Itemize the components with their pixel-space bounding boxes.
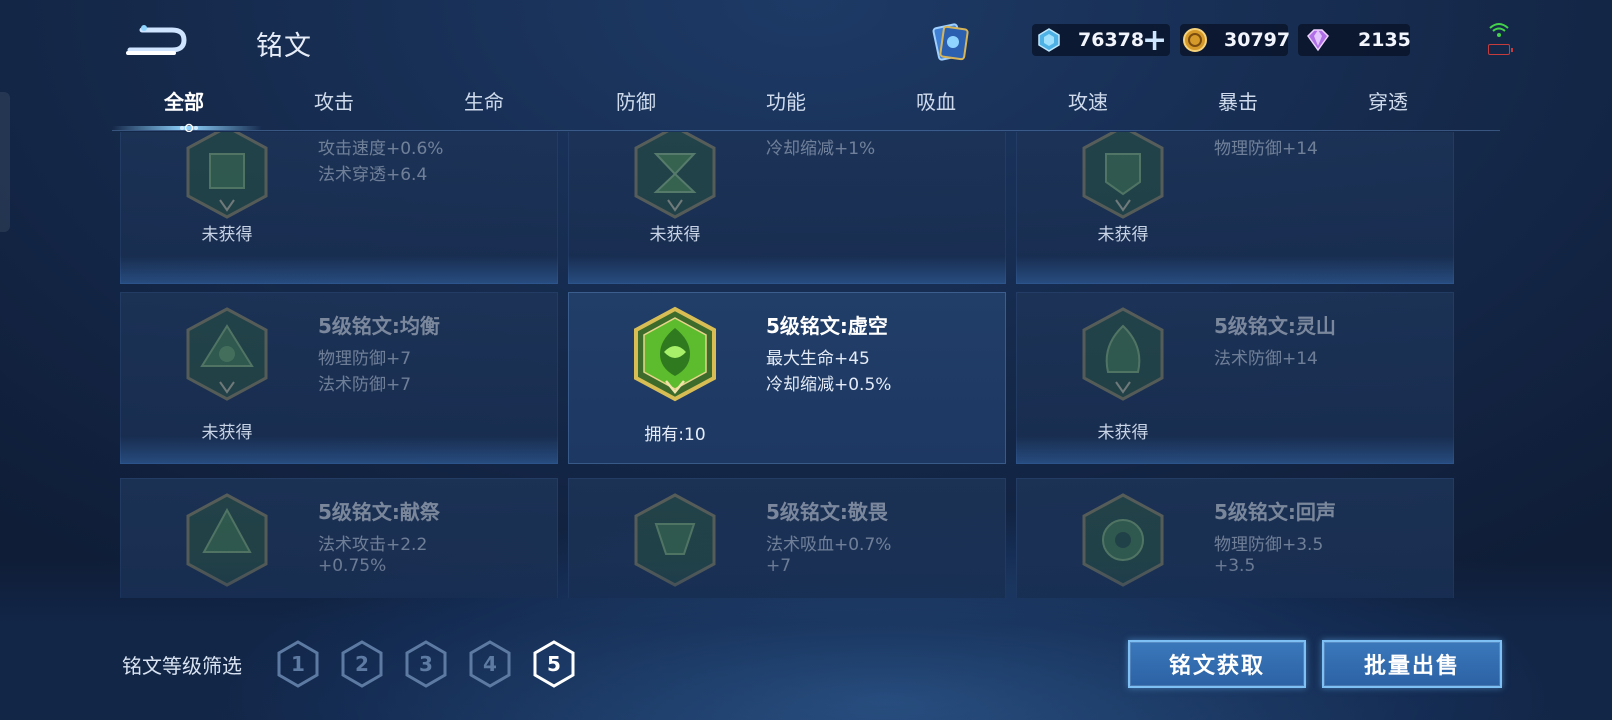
inscription-badge-icon: [634, 132, 716, 219]
svg-text:4: 4: [483, 652, 497, 676]
tab-utility[interactable]: 功能: [726, 86, 846, 115]
tab-health[interactable]: 生命: [424, 86, 544, 115]
level-filter-1[interactable]: 1: [276, 640, 320, 688]
level-filter-2[interactable]: 2: [340, 640, 384, 688]
inscription-card[interactable]: 5级铭文:均衡 物理防御+7 法术防御+7 未获得: [120, 292, 558, 464]
bulk-sell-button[interactable]: 批量出售: [1322, 640, 1502, 688]
diamond-coupon-counter: 76378 +: [1032, 23, 1170, 58]
level-filter-label: 铭文等级筛选: [122, 654, 242, 678]
level-filter-4[interactable]: 4: [468, 640, 512, 688]
battery-icon: [1488, 44, 1513, 55]
inscription-card[interactable]: 物理防御+14 未获得: [1016, 132, 1454, 284]
inscription-badge-icon: [634, 493, 716, 587]
void-inscription-badge-icon: [634, 306, 716, 402]
tab-attack-speed[interactable]: 攻速: [1028, 86, 1148, 115]
gem-icon: [1307, 29, 1329, 52]
inscription-grid: 攻击速度+0.6% 法术穿透+6.4 未获得 冷却缩减+1% 未获得 物理防御+…: [120, 132, 1490, 598]
tab-all[interactable]: 全部: [124, 86, 244, 115]
tab-lifesteal[interactable]: 吸血: [876, 86, 996, 115]
inscription-card[interactable]: 5级铭文:敬畏 法术吸血+0.7% +7: [568, 478, 1006, 598]
gem-counter: 2135: [1298, 24, 1411, 56]
category-tabs: 全部 攻击 生命 防御 功能 吸血 攻速 暴击 穿透: [112, 86, 1500, 130]
tab-attack[interactable]: 攻击: [274, 86, 394, 115]
inscription-badge-icon: [186, 493, 268, 587]
tab-divider: [112, 130, 1500, 131]
inscription-card-selected[interactable]: 5级铭文:虚空 最大生命+45 冷却缩减+0.5% 拥有:10: [568, 292, 1006, 464]
add-diamond-button[interactable]: +: [1142, 23, 1167, 58]
inscription-badge-icon: [186, 132, 268, 219]
back-button[interactable]: [124, 20, 188, 60]
inscription-card-icon[interactable]: [928, 20, 972, 64]
inscription-acquire-button[interactable]: 铭文获取: [1128, 640, 1306, 688]
gold-coin-icon: [1183, 28, 1207, 52]
inscription-badge-icon: [186, 307, 268, 401]
inscription-card[interactable]: 5级铭文:灵山 法术防御+14 未获得: [1016, 292, 1454, 464]
svg-text:1: 1: [291, 652, 305, 676]
wifi-icon: [1489, 23, 1509, 37]
inscription-badge-icon: [1082, 493, 1164, 587]
inscription-card[interactable]: 5级铭文:回声 物理防御+3.5 +3.5: [1016, 478, 1454, 598]
inscription-card[interactable]: 冷却缩减+1% 未获得: [568, 132, 1006, 284]
level-filter-3[interactable]: 3: [404, 640, 448, 688]
inscription-badge-icon: [1082, 307, 1164, 401]
level-filter-5-selected[interactable]: 5: [532, 640, 576, 688]
inscription-badge-icon: [1082, 132, 1164, 219]
tab-penetration[interactable]: 穿透: [1328, 86, 1448, 115]
gold-coin-counter: 30797: [1180, 24, 1290, 56]
inscription-card[interactable]: 攻击速度+0.6% 法术穿透+6.4 未获得: [120, 132, 558, 284]
diamond-coupon-icon: [1038, 28, 1060, 52]
inscription-card[interactable]: 5级铭文:献祭 法术攻击+2.2 +0.75%: [120, 478, 558, 598]
svg-text:3: 3: [419, 652, 433, 676]
tab-defense[interactable]: 防御: [576, 86, 696, 115]
page-title: 铭文: [256, 31, 312, 62]
side-handle: [0, 92, 10, 232]
svg-text:2: 2: [355, 652, 369, 676]
svg-text:5: 5: [547, 652, 561, 676]
tab-critical[interactable]: 暴击: [1178, 86, 1298, 115]
